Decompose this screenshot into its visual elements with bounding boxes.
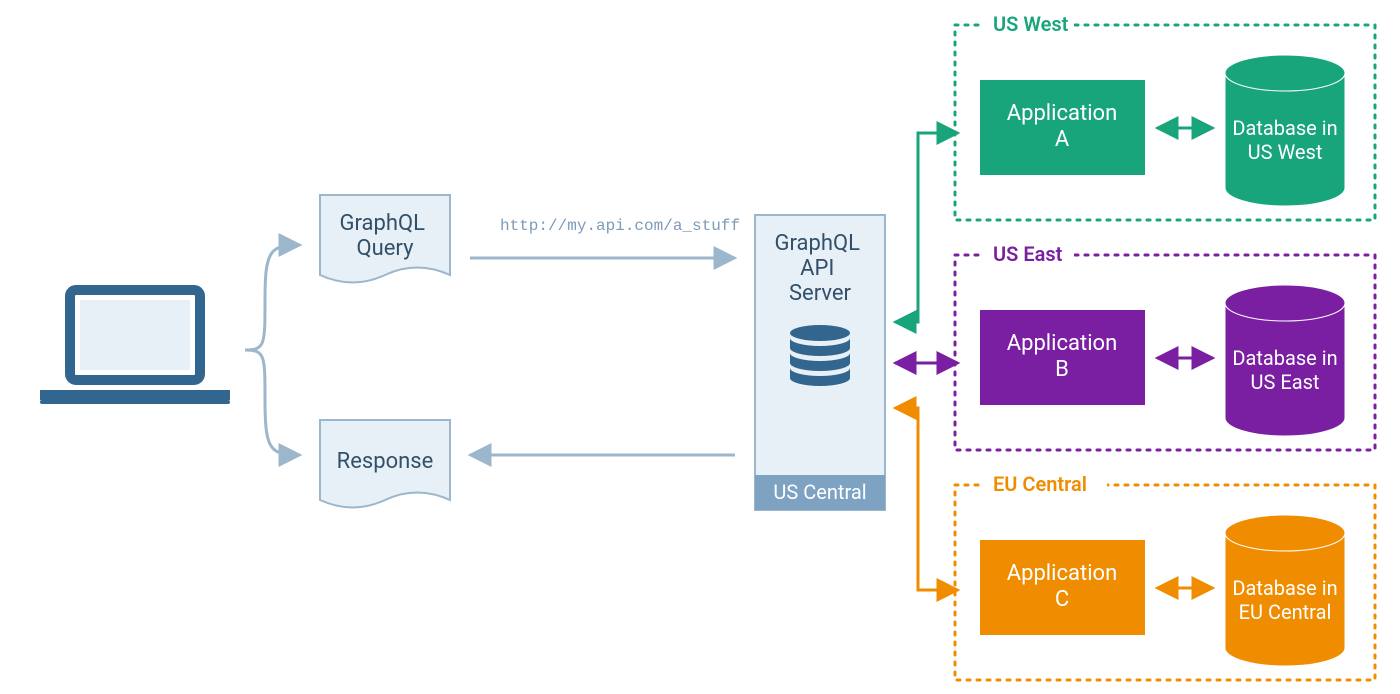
server-label-line1: GraphQL	[775, 231, 861, 256]
region-useast: US EastApplicationB Database inUS East	[955, 242, 1375, 450]
query-label-line2: Query	[357, 236, 415, 261]
region-name: US West	[993, 12, 1069, 36]
server-region: US Central	[773, 480, 866, 504]
connector-uswest	[895, 133, 958, 322]
server-label-line3: Server	[789, 281, 852, 306]
query-label-line1: GraphQL	[340, 211, 426, 236]
region-eucentral: EU CentralApplicationC Database inEU Cen…	[955, 472, 1375, 680]
graphql-query-card: GraphQL Query	[320, 195, 450, 283]
response-card: Response	[320, 420, 450, 508]
connector-eucentral	[895, 408, 958, 590]
response-label: Response	[337, 449, 434, 474]
region-uswest: US WestApplicationA Database inUS West	[955, 12, 1375, 220]
graphql-api-server: GraphQL API Server US Central	[755, 215, 885, 510]
region-name: EU Central	[993, 472, 1087, 496]
url-label: http://my.api.com/a_stuff	[500, 217, 740, 235]
brace-icon	[245, 245, 300, 455]
region-name: US East	[993, 242, 1063, 266]
database-label: Database inEU Central	[1232, 576, 1337, 624]
server-label-line2: API	[800, 256, 834, 281]
database-label: Database inUS West	[1232, 116, 1337, 164]
laptop-icon	[40, 290, 230, 404]
